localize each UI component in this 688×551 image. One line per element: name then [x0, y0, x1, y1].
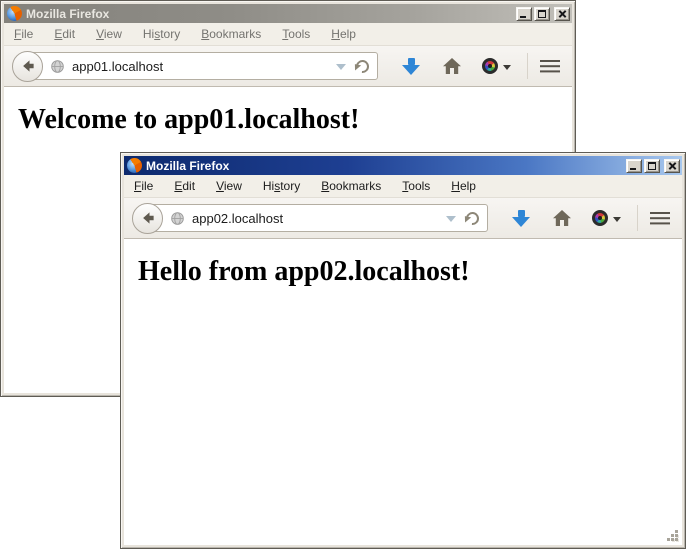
menu-hamburger-icon[interactable] — [540, 60, 560, 73]
maximize-icon — [538, 10, 546, 18]
title-bar[interactable]: Mozilla Firefox — [4, 4, 572, 23]
menu-item-file[interactable]: File — [128, 177, 159, 195]
maximize-button[interactable] — [534, 7, 550, 21]
navigation-toolbar — [4, 46, 572, 87]
resize-grip[interactable] — [665, 528, 679, 542]
navigation-toolbar — [124, 198, 682, 239]
close-button[interactable] — [554, 7, 570, 21]
search-engine-button[interactable] — [482, 58, 511, 74]
site-identity-globe-icon[interactable] — [170, 211, 185, 226]
menu-item-edit[interactable]: Edit — [168, 177, 201, 195]
download-icon[interactable] — [510, 207, 532, 229]
title-bar[interactable]: Mozilla Firefox — [124, 156, 682, 175]
minimize-icon — [630, 168, 636, 170]
window-controls — [516, 7, 570, 21]
window-title: Mozilla Firefox — [26, 7, 109, 21]
back-button[interactable] — [12, 51, 43, 82]
page-content: Hello from app02.localhost! — [124, 239, 682, 545]
menu-item-history[interactable]: History — [257, 177, 306, 195]
home-icon[interactable] — [442, 57, 462, 75]
window-controls — [626, 159, 680, 173]
maximize-icon — [648, 162, 656, 170]
firefox-logo-icon — [127, 158, 142, 173]
search-engine-button[interactable] — [592, 210, 621, 226]
reload-icon[interactable] — [466, 212, 479, 225]
page-heading: Hello from app02.localhost! — [138, 256, 682, 288]
firefox-logo-icon — [7, 6, 22, 21]
menu-item-edit[interactable]: Edit — [48, 25, 81, 43]
url-dropdown-icon[interactable] — [446, 216, 456, 222]
url-bar[interactable] — [26, 52, 378, 80]
close-button[interactable] — [664, 159, 680, 173]
home-icon[interactable] — [552, 209, 572, 227]
menu-item-help[interactable]: Help — [325, 25, 362, 43]
menu-item-tools[interactable]: Tools — [396, 177, 436, 195]
page-heading: Welcome to app01.localhost! — [18, 104, 572, 136]
url-dropdown-icon[interactable] — [336, 64, 346, 70]
menu-item-tools[interactable]: Tools — [276, 25, 316, 43]
menu-item-help[interactable]: Help — [445, 177, 482, 195]
maximize-button[interactable] — [644, 159, 660, 173]
minimize-icon — [520, 16, 526, 18]
site-identity-globe-icon[interactable] — [50, 59, 65, 74]
toolbar-separator — [637, 205, 638, 231]
window-title: Mozilla Firefox — [146, 159, 229, 173]
menu-item-history[interactable]: History — [137, 25, 186, 43]
menu-item-bookmarks[interactable]: Bookmarks — [315, 177, 387, 195]
back-arrow-icon — [139, 209, 157, 227]
reload-icon[interactable] — [356, 60, 369, 73]
chevron-down-icon — [503, 65, 511, 70]
menu-item-bookmarks[interactable]: Bookmarks — [195, 25, 267, 43]
minimize-button[interactable] — [516, 7, 532, 21]
back-button[interactable] — [132, 203, 163, 234]
menu-bar: File Edit View History Bookmarks Tools Help — [124, 175, 682, 198]
firefox-window-app02: Mozilla Firefox File Edit View History Bookm… — [120, 152, 686, 549]
minimize-button[interactable] — [626, 159, 642, 173]
menu-item-view[interactable]: View — [90, 25, 128, 43]
url-input[interactable] — [65, 59, 330, 74]
back-arrow-icon — [19, 57, 37, 75]
menu-hamburger-icon[interactable] — [650, 212, 670, 225]
download-icon[interactable] — [400, 55, 422, 77]
chevron-down-icon — [613, 217, 621, 222]
color-wheel-icon — [592, 210, 608, 226]
url-input[interactable] — [185, 211, 440, 226]
toolbar-separator — [527, 53, 528, 79]
menu-item-view[interactable]: View — [210, 177, 248, 195]
menu-bar: File Edit View History Bookmarks Tools Help — [4, 23, 572, 46]
color-wheel-icon — [482, 58, 498, 74]
url-bar[interactable] — [146, 204, 488, 232]
menu-item-file[interactable]: File — [8, 25, 39, 43]
